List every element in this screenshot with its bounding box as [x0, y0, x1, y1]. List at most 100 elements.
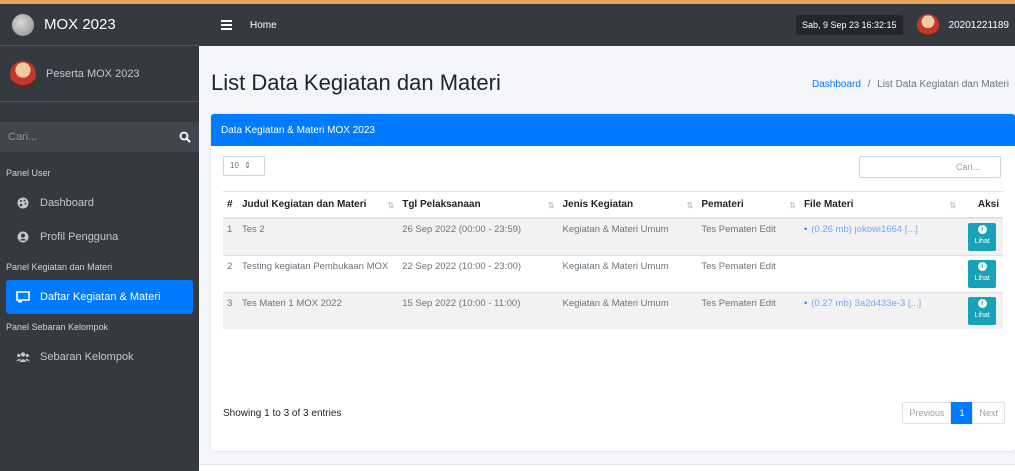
cell-jenis: Kegiatan & Materi Umum [558, 217, 698, 255]
search-icon[interactable] [170, 122, 199, 152]
file-materi-link[interactable]: (0.27 mb) 3a2d433e-3 [...] [811, 298, 921, 309]
cell-file: • (0.26 mb) jokowi1664 [...] [799, 217, 961, 255]
lihat-button[interactable]: i Lihat [968, 259, 997, 288]
sort-icon: ⇅ [387, 201, 395, 210]
cell-tgl: 15 Sep 2022 (10:00 - 11:00) [398, 291, 559, 329]
info-icon: i [977, 299, 987, 308]
table-header-row: # Judul Kegiatan dan Materi ⇅ Tgl Pelaksa… [223, 191, 1003, 219]
user-circle-icon [14, 231, 32, 243]
entries-info: Showing 1 to 3 of 3 entries [223, 408, 342, 419]
sidebar: MOX 2023 Peserta MOX 2023 Panel User Das… [0, 4, 199, 471]
pagination-previous[interactable]: Previous [902, 402, 952, 424]
sidebar-search-input[interactable] [0, 122, 170, 152]
bullet-icon: • [803, 297, 808, 309]
sidebar-item-sebaran-kelompok[interactable]: Sebaran Kelompok [0, 340, 199, 374]
sidebar-item-daftar-kegiatan[interactable]: Daftar Kegiatan & Materi [6, 280, 193, 314]
table-row: 1 Tes 2 26 Sep 2022 (00:00 - 23:59) Kegi… [223, 217, 1003, 255]
breadcrumb-dashboard-link[interactable]: Dashboard [812, 79, 861, 90]
entries-length-value: 10 [230, 161, 239, 170]
lihat-button[interactable]: i Lihat [968, 296, 997, 325]
column-header-aksi: Aksi [960, 191, 1003, 219]
table-row: 2 Testing kegiatan Pembukaan MOX 22 Sep … [223, 254, 1003, 292]
user-name: Peserta MOX 2023 [46, 67, 140, 80]
column-header-judul[interactable]: Judul Kegiatan dan Materi ⇅ [237, 191, 399, 219]
kegiatan-table: # Judul Kegiatan dan Materi ⇅ Tgl Pelaksa… [223, 191, 1003, 329]
brand-title: MOX 2023 [44, 16, 116, 33]
user-panel[interactable]: Peserta MOX 2023 [0, 46, 199, 102]
lihat-button[interactable]: i Lihat [968, 222, 997, 251]
cell-judul: Tes Materi 1 MOX 2022 [237, 291, 399, 329]
cell-file [799, 254, 961, 292]
cell-pemateri: Tes Pemateri Edit [697, 217, 800, 255]
pagination: Previous 1 Next [902, 402, 1005, 424]
nav-user-id[interactable]: 20201221189 [949, 20, 1009, 31]
navbar-right: Sab, 9 Sep 23 16:32:15 20201221189 [795, 14, 1009, 36]
cell-jenis: Kegiatan & Materi Umum [558, 291, 698, 329]
column-header-jenis[interactable]: Jenis Kegiatan ⇅ [558, 191, 698, 219]
top-navbar: Home Sab, 9 Sep 23 16:32:15 20201221189 [199, 4, 1015, 46]
column-header-label: File Materi [803, 198, 854, 210]
cell-aksi: i Lihat [960, 254, 1003, 292]
nav-header-panel-sebaran: Panel Sebaran Kelompok [6, 322, 109, 332]
column-header-no[interactable]: # [223, 191, 238, 219]
hamburger-menu-icon[interactable] [221, 18, 232, 33]
pagination-page-current[interactable]: 1 [951, 402, 973, 424]
cell-no: 2 [223, 254, 238, 292]
sort-icon: ⇅ [949, 201, 957, 210]
table-search-input[interactable] [859, 156, 1001, 178]
sidebar-item-label: Dashboard [40, 197, 94, 209]
info-icon: i [977, 225, 987, 234]
avatar[interactable] [916, 14, 939, 36]
nav-home-link[interactable]: Home [250, 20, 277, 31]
cell-no: 1 [223, 217, 238, 255]
cell-judul: Testing kegiatan Pembukaan MOX [237, 254, 399, 292]
column-header-label: Pemateri [701, 198, 744, 210]
cell-aksi: i Lihat [960, 291, 1003, 329]
cell-pemateri: Tes Pemateri Edit [697, 291, 800, 329]
kegiatan-card: Data Kegiatan & Materi MOX 2023 10 ⇕ # J… [211, 114, 1015, 451]
info-icon: i [977, 262, 987, 271]
sidebar-item-profil[interactable]: Profil Pengguna [0, 220, 199, 254]
cell-file: • (0.27 mb) 3a2d433e-3 [...] [799, 291, 961, 329]
column-header-pemateri[interactable]: Pemateri ⇅ [697, 191, 800, 219]
chevron-updown-icon: ⇕ [244, 161, 251, 170]
chalkboard-icon [14, 291, 32, 303]
column-header-label: Tgl Pelaksanaan [402, 198, 481, 210]
nav-header-panel-user: Panel User [6, 168, 51, 178]
main-content: List Data Kegiatan dan Materi Dashboard … [199, 46, 1015, 471]
sidebar-search [0, 122, 199, 152]
entries-length-select[interactable]: 10 ⇕ [223, 156, 265, 176]
footer-bar [199, 464, 1015, 471]
table-toolbar: 10 ⇕ [211, 146, 1015, 188]
table-row: 3 Tes Materi 1 MOX 2022 15 Sep 2022 (10:… [223, 291, 1003, 329]
cell-tgl: 26 Sep 2022 (00:00 - 23:59) [398, 217, 559, 255]
pagination-next[interactable]: Next [972, 402, 1005, 424]
seal-logo-icon [12, 13, 34, 36]
sidebar-item-label: Daftar Kegiatan & Materi [40, 291, 161, 303]
page-title: List Data Kegiatan dan Materi [211, 70, 501, 95]
breadcrumb: Dashboard / List Data Kegiatan dan Mater… [812, 79, 1009, 90]
card-title: Data Kegiatan & Materi MOX 2023 [211, 114, 1015, 146]
file-materi-link[interactable]: (0.26 mb) jokowi1664 [...] [811, 224, 918, 235]
cell-jenis: Kegiatan & Materi Umum [558, 254, 698, 292]
cell-pemateri: Tes Pemateri Edit [697, 254, 800, 292]
avatar [10, 60, 36, 87]
bullet-icon: • [803, 223, 808, 235]
users-icon [14, 351, 32, 363]
sort-icon: ⇅ [686, 201, 694, 210]
sort-icon: ⇅ [789, 201, 796, 210]
sidebar-item-label: Sebaran Kelompok [40, 351, 134, 363]
cell-aksi: i Lihat [960, 217, 1003, 255]
breadcrumb-current: List Data Kegiatan dan Materi [877, 79, 1009, 90]
column-header-label: Jenis Kegiatan [562, 198, 634, 210]
column-header-file[interactable]: File Materi ⇅ [799, 191, 961, 219]
lihat-label: Lihat [974, 312, 990, 319]
lihat-label: Lihat [974, 238, 990, 245]
brand-link[interactable]: MOX 2023 [0, 4, 199, 46]
palette-icon [14, 197, 32, 209]
sidebar-item-dashboard[interactable]: Dashboard [0, 186, 199, 220]
column-header-tgl[interactable]: Tgl Pelaksanaan ⇅ [398, 191, 559, 219]
cell-judul: Tes 2 [237, 217, 399, 255]
sort-icon: ⇅ [547, 201, 555, 210]
lihat-label: Lihat [974, 275, 990, 282]
